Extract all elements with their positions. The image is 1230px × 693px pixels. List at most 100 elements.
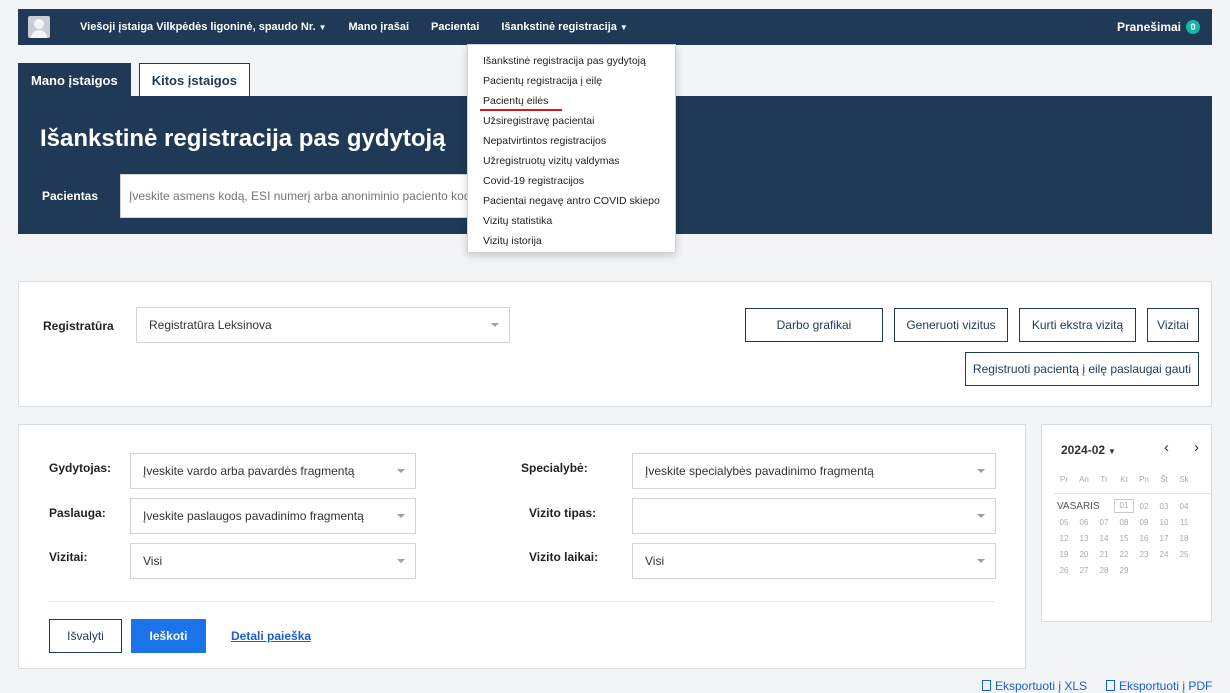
calendar-day[interactable]: 27 <box>1074 566 1094 575</box>
calendar-day[interactable]: 28 <box>1094 566 1114 575</box>
reception-select[interactable]: Registratūra Leksinova <box>136 307 510 343</box>
visit-times-select[interactable]: Visi <box>632 543 996 579</box>
service-value: Įveskite paslaugos pavadinimo fragmentą <box>143 509 364 523</box>
menu-item-statistics[interactable]: Vizitų statistika <box>468 211 675 231</box>
specialty-select[interactable]: Įveskite specialybės pavadinimo fragment… <box>632 453 996 489</box>
calendar-day[interactable]: 26 <box>1054 566 1074 575</box>
chevron-down-icon <box>397 469 405 473</box>
calendar-week: 12 13 14 15 16 17 18 <box>1054 530 1212 546</box>
calendar-month-selector[interactable]: 2024-02 ▼ <box>1061 443 1116 457</box>
preregistration-dropdown-menu: Išankstinė registracija pas gydytoją Pac… <box>467 44 676 253</box>
menu-item-registered-patients[interactable]: Užsiregistravę pacientai <box>468 111 675 131</box>
service-label: Paslauga: <box>49 506 106 520</box>
caret-down-icon: ▼ <box>1108 447 1116 456</box>
chevron-down-icon <box>397 514 405 518</box>
nav-institution[interactable]: Viešoji įstaiga Vilkpėdės ligoninė, spau… <box>80 21 326 33</box>
calendar-month-name: VASARIS <box>1057 500 1100 512</box>
calendar-day[interactable]: 15 <box>1114 534 1134 543</box>
calendar-widget: 2024-02 ▼ ‹ › Pr An Tr Kt Pn Št Sk VASARI… <box>1041 424 1212 622</box>
calendar-day[interactable]: 11 <box>1174 518 1194 527</box>
menu-item-visit-management[interactable]: Užregistruotų vizitų valdymas <box>468 151 675 171</box>
export-xls-link[interactable]: Eksportuoti į XLS <box>982 679 1087 693</box>
queue-registration-button[interactable]: Registruoti pacientą į eilę paslaugai ga… <box>965 352 1199 386</box>
calendar-day[interactable]: 23 <box>1134 550 1154 559</box>
calendar-day[interactable]: 02 <box>1134 502 1154 511</box>
menu-item-queue-registration[interactable]: Pacientų registracija į eilę <box>468 71 675 91</box>
calendar-day[interactable]: 18 <box>1174 534 1194 543</box>
tab-my-institutions[interactable]: Mano įstaigos <box>18 63 131 96</box>
calendar-day[interactable]: 13 <box>1074 534 1094 543</box>
avatar[interactable] <box>28 16 50 38</box>
reception-label: Registratūra <box>43 319 114 333</box>
nav-my-records[interactable]: Mano įrašai <box>348 21 409 33</box>
page-title: Išankstinė registracija pas gydytoją <box>40 125 446 152</box>
menu-item-second-dose[interactable]: Pacientai negavę antro COVID skiepo <box>468 191 675 211</box>
visits-select[interactable]: Visi <box>130 543 416 579</box>
calendar-day[interactable]: 29 <box>1114 566 1134 575</box>
calendar-day[interactable]: 04 <box>1174 502 1194 511</box>
calendar-day[interactable]: 16 <box>1134 534 1154 543</box>
calendar-day[interactable]: 10 <box>1154 518 1174 527</box>
calendar-prev-icon[interactable]: ‹ <box>1164 439 1169 456</box>
calendar-day[interactable]: 12 <box>1054 534 1074 543</box>
doctor-value: Įveskite vardo arba pavardės fragmentą <box>143 464 355 478</box>
visits-label: Vizitai: <box>49 550 88 564</box>
calendar-day[interactable]: 20 <box>1074 550 1094 559</box>
menu-item-patient-queues[interactable]: Pacientų eilės <box>468 91 675 111</box>
search-button[interactable]: Ieškoti <box>131 619 206 653</box>
visits-button[interactable]: Vizitai <box>1147 308 1199 342</box>
calendar-day[interactable]: 25 <box>1174 550 1194 559</box>
calendar-week: 19 20 21 22 23 24 25 <box>1054 546 1212 562</box>
menu-item-covid[interactable]: Covid-19 registracijos <box>468 171 675 191</box>
calendar-day[interactable]: 19 <box>1054 550 1074 559</box>
calendar-day[interactable]: 01 <box>1114 499 1134 513</box>
nav-preregistration[interactable]: Išankstinė registracija ▼ <box>501 21 627 33</box>
notifications-button[interactable]: Pranešimai 0 <box>1117 20 1200 34</box>
notifications-label: Pranešimai <box>1116 20 1181 34</box>
visit-type-label: Vizito tipas: <box>529 506 597 520</box>
calendar-day[interactable]: 17 <box>1154 534 1174 543</box>
nav-patients[interactable]: Pacientai <box>431 21 479 33</box>
generate-visits-button[interactable]: Generuoti vizitus <box>894 308 1008 342</box>
menu-item-history[interactable]: Vizitų istorija <box>468 231 675 251</box>
divider <box>49 601 995 602</box>
calendar-grid: Pr An Tr Kt Pn Št Sk VASARIS 01 02 03 04… <box>1054 471 1212 578</box>
calendar-body: VASARIS 01 02 03 04 05 06 07 08 09 10 11… <box>1054 493 1212 578</box>
calendar-next-icon[interactable]: › <box>1194 439 1199 456</box>
visit-type-select[interactable] <box>632 498 996 534</box>
clear-button[interactable]: Išvalyti <box>49 619 122 653</box>
export-pdf-link[interactable]: Eksportuoti į PDF <box>1106 679 1212 693</box>
calendar-day[interactable]: 24 <box>1154 550 1174 559</box>
pdf-file-icon <box>1106 680 1115 691</box>
weekday: Pr <box>1060 474 1068 484</box>
calendar-day[interactable]: 22 <box>1114 550 1134 559</box>
reception-value: Registratūra Leksinova <box>149 318 272 332</box>
calendar-week: 26 27 28 29 <box>1054 562 1212 578</box>
nav-preregistration-label: Išankstinė registracija <box>501 21 617 33</box>
visit-times-value: Visi <box>645 554 665 568</box>
specialty-value: Įveskite specialybės pavadinimo fragment… <box>645 464 874 478</box>
service-select[interactable]: Įveskite paslaugos pavadinimo fragmentą <box>130 498 416 534</box>
calendar-day[interactable]: 14 <box>1094 534 1114 543</box>
calendar-day[interactable]: 09 <box>1134 518 1154 527</box>
filters-panel: Gydytojas: Įveskite vardo arba pavardės … <box>18 424 1026 669</box>
menu-item-unconfirmed[interactable]: Nepatvirtintos registracijos <box>468 131 675 151</box>
calendar-month-label: 2024-02 <box>1061 443 1106 457</box>
calendar-day[interactable]: 07 <box>1094 518 1114 527</box>
calendar-day[interactable]: 06 <box>1074 518 1094 527</box>
patient-search-input[interactable] <box>120 174 480 218</box>
extra-visit-button[interactable]: Kurti ekstra vizitą <box>1019 308 1136 342</box>
detailed-search-link[interactable]: Detali paieška <box>231 629 311 643</box>
calendar-day[interactable]: 21 <box>1094 550 1114 559</box>
doctor-select[interactable]: Įveskite vardo arba pavardės fragmentą <box>130 453 416 489</box>
calendar-day[interactable]: 08 <box>1114 518 1134 527</box>
weekday: Tr <box>1100 474 1108 484</box>
tab-other-institutions[interactable]: Kitos įstaigos <box>138 63 250 96</box>
calendar-day[interactable]: 05 <box>1054 518 1074 527</box>
chevron-down-icon <box>977 469 985 473</box>
menu-item-doctor-registration[interactable]: Išankstinė registracija pas gydytoją <box>468 51 675 71</box>
schedules-button[interactable]: Darbo grafikai <box>745 308 883 342</box>
xls-file-icon <box>982 680 991 691</box>
visit-times-label: Vizito laikai: <box>529 550 599 564</box>
calendar-day[interactable]: 03 <box>1154 502 1174 511</box>
